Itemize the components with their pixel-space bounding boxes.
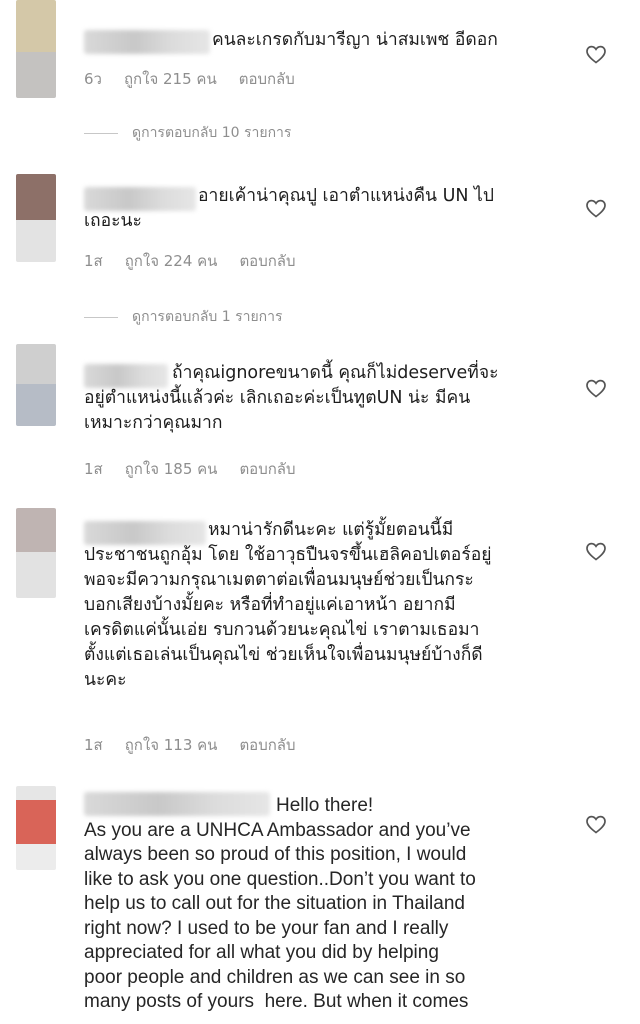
comment-text: หมาน่ารักดีนะคะ แต่รู้มั้ยตอนนี้มี ประชา… xyxy=(84,520,492,690)
divider xyxy=(84,132,118,134)
like-count[interactable]: ถูกใจ 215 คน xyxy=(124,67,217,91)
heart-icon[interactable] xyxy=(584,812,608,836)
comment-meta: 6ว ถูกใจ 215 คน ตอบกลับ xyxy=(84,67,295,91)
view-replies-button[interactable]: ดูการตอบกลับ 1 รายการ xyxy=(84,306,283,328)
comment-time: 1ส xyxy=(84,460,103,478)
divider xyxy=(84,316,118,318)
like-count[interactable]: ถูกใจ 113 คน xyxy=(125,733,218,757)
comment: หมาน่ารักดีนะคะ แต่รู้มั้ยตอนนี้มี ประชา… xyxy=(0,508,640,768)
comment-time: 6ว xyxy=(84,70,102,88)
comment-meta: 1ส ถูกใจ 185 คน ตอบกลับ xyxy=(84,457,296,481)
heart-icon[interactable] xyxy=(584,376,608,400)
username-redacted[interactable] xyxy=(84,30,210,54)
comment-time: 1ส xyxy=(84,252,103,270)
comment: อายเค้าน่าคุณปู เอาตำแหน่งคืน UN ไป เถอะ… xyxy=(0,170,640,330)
avatar[interactable] xyxy=(16,786,56,870)
reply-button[interactable]: ตอบกลับ xyxy=(239,249,295,273)
reply-button[interactable]: ตอบกลับ xyxy=(239,733,295,757)
view-replies-button[interactable]: ดูการตอบกลับ 10 รายการ xyxy=(84,122,291,144)
heart-icon[interactable] xyxy=(584,196,608,220)
comment: Hello there! As you are a UNHCA Ambassad… xyxy=(0,786,640,1024)
reply-button[interactable]: ตอบกลับ xyxy=(239,457,295,481)
comment-time: 1ส xyxy=(84,736,103,754)
comment-text: อายเค้าน่าคุณปู เอาตำแหน่งคืน UN ไป เถอะ… xyxy=(84,186,494,231)
avatar[interactable] xyxy=(16,508,56,598)
avatar[interactable] xyxy=(16,0,56,98)
like-count[interactable]: ถูกใจ 224 คน xyxy=(125,249,218,273)
comment-text: คนละเกรดกับมารีญา น่าสมเพช อีดอก xyxy=(212,30,498,50)
comment: คนละเกรดกับมารีญา น่าสมเพช อีดอก 6ว ถูกใ… xyxy=(0,0,640,150)
heart-icon[interactable] xyxy=(584,42,608,66)
view-replies-label: ดูการตอบกลับ 1 รายการ xyxy=(132,309,283,325)
comment-meta: 1ส ถูกใจ 113 คน ตอบกลับ xyxy=(84,733,296,757)
comment-meta: 1ส ถูกใจ 224 คน ตอบกลับ xyxy=(84,249,296,273)
comment-text: ถ้าคุณignoreขนาดนี้ คุณก็ไม่deserveที่จะ… xyxy=(84,363,499,433)
like-count[interactable]: ถูกใจ 185 คน xyxy=(125,457,218,481)
heart-icon[interactable] xyxy=(584,539,608,563)
comment-text: Hello there! As you are a UNHCA Ambassad… xyxy=(84,795,476,1012)
avatar[interactable] xyxy=(16,174,56,262)
comment: ถ้าคุณignoreขนาดนี้ คุณก็ไม่deserveที่จะ… xyxy=(0,344,640,494)
reply-button[interactable]: ตอบกลับ xyxy=(239,67,295,91)
view-replies-label: ดูการตอบกลับ 10 รายการ xyxy=(132,125,292,141)
avatar[interactable] xyxy=(16,344,56,426)
